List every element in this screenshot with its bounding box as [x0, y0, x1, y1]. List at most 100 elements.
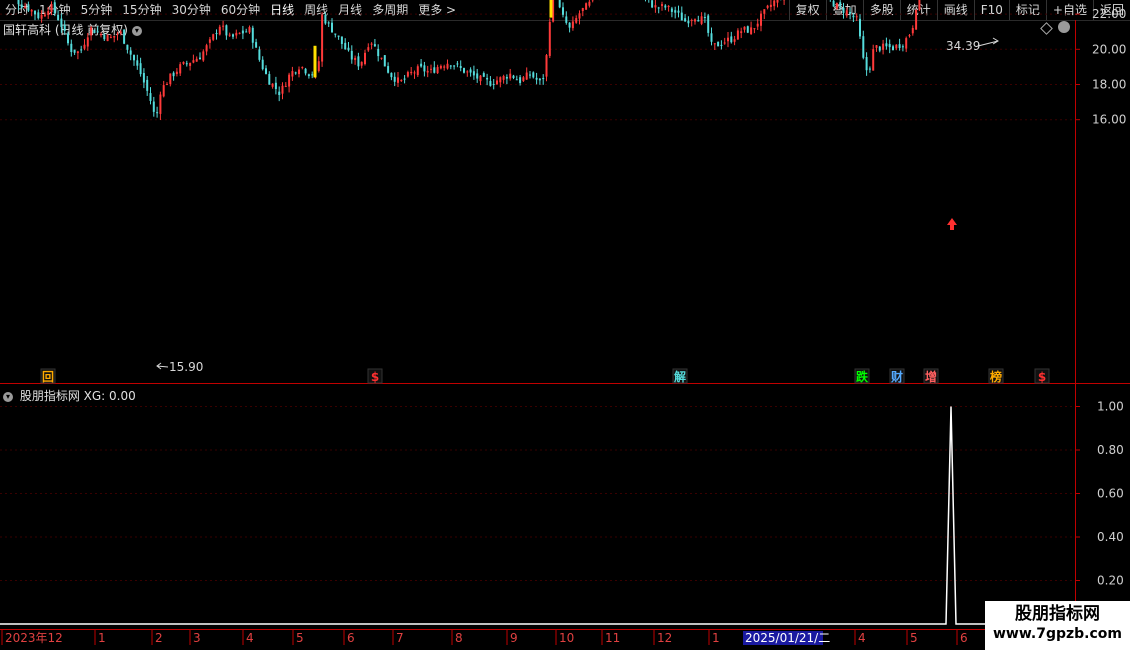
indicator-y-tick: 0.80	[1097, 443, 1124, 457]
candle-body	[430, 68, 432, 70]
x-axis-label: 10	[559, 631, 574, 645]
stock-chart[interactable]: 34.0032.0030.0028.0026.0024.0022.0020.00…	[0, 0, 1130, 650]
candle-body	[664, 5, 667, 8]
candle-body	[730, 36, 733, 43]
candle-body	[20, 4, 23, 8]
candle-body	[109, 37, 112, 39]
candle-body	[73, 49, 76, 53]
candle-body	[845, 10, 848, 16]
x-axis-label: 7	[396, 631, 404, 645]
x-axis-label: 1	[98, 631, 106, 645]
main-y-tick: 22.00	[1092, 7, 1126, 21]
candle-body	[766, 5, 769, 8]
candle-body	[340, 36, 343, 44]
candle-body	[717, 41, 720, 47]
candle-body	[502, 75, 505, 80]
candle-body	[24, 6, 27, 8]
watermark-url: www.7gpzb.com	[992, 626, 1122, 642]
candle-body	[538, 78, 541, 81]
candle-body	[674, 10, 677, 13]
candle-body	[238, 32, 241, 34]
candle-body	[199, 57, 201, 60]
candle-body	[156, 112, 159, 114]
buy-arrow-icon	[947, 218, 957, 230]
xg-indicator-line	[0, 406, 1130, 625]
candle-body	[562, 7, 564, 15]
candle-body	[697, 20, 700, 22]
candle-body	[218, 26, 221, 35]
main-y-tick: 16.00	[1092, 113, 1126, 127]
candle-body	[585, 3, 588, 10]
candle-body	[360, 61, 363, 66]
candle-body	[400, 79, 403, 81]
candle-body	[733, 39, 736, 42]
candle-body	[298, 69, 300, 75]
candle-body	[918, 0, 921, 10]
candle-body	[106, 35, 109, 42]
candle-body	[291, 71, 294, 77]
candle-body	[545, 55, 548, 77]
candle-body	[654, 5, 657, 8]
candle-body	[245, 31, 248, 33]
candle-body	[479, 75, 482, 82]
candle-body	[189, 62, 192, 66]
candle-body	[436, 67, 439, 74]
candle-body	[331, 22, 333, 33]
candle-body	[146, 79, 149, 91]
candle-body	[241, 30, 244, 34]
candle-body	[743, 26, 746, 30]
candle-body	[529, 74, 531, 76]
candle-body	[469, 69, 472, 73]
x-axis-label: 6	[347, 631, 355, 645]
candle-body	[53, 2, 56, 14]
candle-body	[274, 82, 277, 90]
event-marker: 跌	[856, 369, 869, 384]
candle-body	[476, 73, 479, 79]
candle-body	[192, 60, 195, 63]
candle-body	[307, 74, 310, 77]
main-y-tick: 20.00	[1092, 42, 1126, 56]
candle-body	[347, 47, 350, 51]
event-marker: 增	[925, 369, 937, 384]
candle-body	[321, 15, 324, 62]
x-axis-label: 5	[910, 631, 918, 645]
candle-body	[60, 18, 63, 27]
candle-body	[687, 20, 690, 24]
candle-body	[499, 77, 502, 83]
candle-body	[142, 73, 145, 83]
candle-body	[403, 78, 406, 80]
candle-body	[387, 66, 390, 73]
candle-body	[868, 68, 871, 70]
candle-body	[169, 73, 172, 84]
candle-body	[723, 42, 726, 44]
low-price-label: 15.90	[169, 360, 203, 374]
candle-body	[667, 5, 670, 7]
candle-body	[532, 72, 535, 78]
candle-body	[268, 74, 271, 85]
candle-body	[179, 64, 182, 74]
candle-body	[756, 23, 759, 27]
candle-body	[166, 84, 168, 86]
candle-body	[888, 44, 891, 48]
candle-body	[364, 52, 366, 65]
x-axis-label: 6	[960, 631, 968, 645]
candle-body	[370, 43, 373, 45]
candle-body	[324, 15, 327, 24]
candle-body	[172, 72, 175, 77]
candle-body	[588, 1, 591, 6]
candle-body	[466, 71, 469, 73]
candle-body	[265, 68, 267, 74]
indicator-y-tick: 0.60	[1097, 487, 1124, 501]
candle-body	[512, 75, 515, 79]
candle-body	[37, 12, 40, 19]
candle-body	[129, 50, 132, 55]
signal-bar	[549, 0, 553, 18]
candle-body	[862, 36, 865, 58]
candle-body	[509, 73, 512, 79]
candle-body	[261, 59, 264, 70]
candle-body	[872, 49, 875, 71]
candle-body	[486, 77, 489, 80]
candle-body	[905, 38, 908, 49]
x-axis-label: 1	[712, 631, 720, 645]
candle-body	[344, 42, 347, 50]
